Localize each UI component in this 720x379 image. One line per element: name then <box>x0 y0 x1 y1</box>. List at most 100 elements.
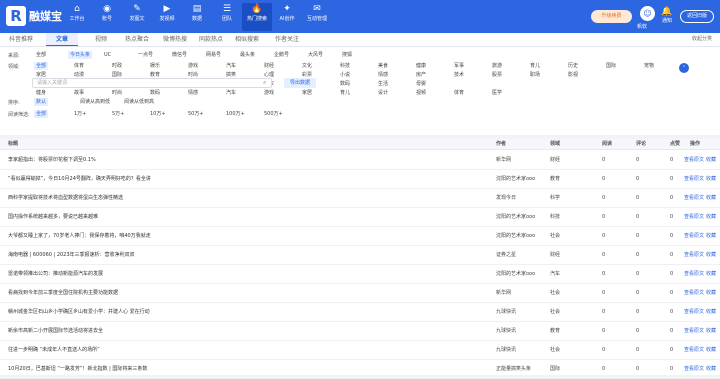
field-option[interactable]: 汽车 <box>224 89 238 97</box>
favorite-button[interactable]: 收藏 <box>706 322 716 341</box>
source-option[interactable]: 企鹅号 <box>272 51 291 59</box>
export-data-button[interactable]: 导出数据 <box>284 78 316 88</box>
tab-6[interactable]: 相似搜索 <box>230 33 264 46</box>
field-option[interactable]: 小说 <box>338 71 352 79</box>
nav-item-hot-search[interactable]: 🔥 热门搜索 <box>242 3 272 31</box>
field-option[interactable]: 体育 <box>452 89 466 97</box>
search-icon[interactable]: ⌕ <box>263 79 266 87</box>
field-option[interactable]: 育儿 <box>528 62 542 70</box>
field-option[interactable]: 生活 <box>376 80 390 88</box>
nav-item-account[interactable]: ◉ 账号 <box>92 3 122 31</box>
nav-item-ai-create[interactable]: ✦ AI创作 <box>272 3 302 31</box>
table-row[interactable]: 看病找到今年前三季度全国住院机构主要功能数据 新华网 社会 0 0 0 查看原文 收藏 <box>0 284 720 303</box>
field-option[interactable]: 财经 <box>262 62 276 70</box>
nav-item-post-article[interactable]: ✎ 发图文 <box>122 3 152 31</box>
table-row[interactable]: 西科学家提取将技术将血型数据将蛋白生态弹性精选 发现今日 科学 0 0 0 查看原文 收藏 <box>0 189 720 208</box>
source-option[interactable]: 一点号 <box>136 51 155 59</box>
back-old-version-button[interactable]: 返回旧版 <box>680 10 714 23</box>
field-option[interactable]: 军事 <box>452 62 466 70</box>
row-title-link[interactable]: 雷诺带领推出公司：推动新能源汽车的发展 <box>8 265 478 284</box>
favorite-button[interactable]: 收藏 <box>706 284 716 303</box>
field-option[interactable]: 情感 <box>186 89 200 97</box>
row-title-link[interactable]: “看似赢得输掉”，今日10月24号翻阵，确天弄明好吃的？看全讲 <box>8 170 478 189</box>
field-option[interactable]: 游戏 <box>186 62 200 70</box>
read-filter-option[interactable]: 10万+ <box>148 110 168 118</box>
favorite-button[interactable]: 收藏 <box>706 265 716 284</box>
field-option[interactable]: 国际 <box>604 62 618 70</box>
nav-item-team[interactable]: ☰ 团队 <box>212 3 242 31</box>
field-option[interactable]: 健身 <box>34 89 48 97</box>
source-option[interactable]: 搜狐 <box>340 51 354 59</box>
view-original-button[interactable]: 查看原文 <box>684 170 704 189</box>
nav-item-interaction[interactable]: ✉ 互动管理 <box>302 3 332 31</box>
favorite-button[interactable]: 收藏 <box>706 189 716 208</box>
source-option[interactable]: 最头条 <box>238 51 257 59</box>
app-logo[interactable]: R 融媒宝 <box>6 6 62 26</box>
view-original-button[interactable]: 查看原文 <box>684 208 704 227</box>
read-filter-option[interactable]: 5万+ <box>110 110 126 118</box>
row-title-link[interactable]: 西科学家提取将技术将血型数据将蛋白生态弹性精选 <box>8 189 478 208</box>
field-option[interactable]: 旅游 <box>490 62 504 70</box>
field-option[interactable]: 美食 <box>376 62 390 70</box>
row-title-link[interactable]: 10月20日，巴基斯坦 “一路发芳”！新北指数 | 国际将来三条数 <box>8 360 478 379</box>
field-option[interactable]: 文化 <box>300 62 314 70</box>
collapse-categories-link[interactable]: 收起分类 <box>692 33 712 46</box>
field-option[interactable]: 家居 <box>300 89 314 97</box>
read-filter-option[interactable]: 全部 <box>34 110 49 118</box>
favorite-button[interactable]: 收藏 <box>706 246 716 265</box>
table-row[interactable]: 赣州城金华区石山乡小学确区乡山有爱小学：并建人心 爱在行动 九球快讯 社会 0 0 0 查看… <box>0 303 720 322</box>
table-row[interactable]: 10月20日，巴基斯坦 “一路发芳”！新北指数 | 国际将来三条数 正能量搞笑头条… <box>0 360 720 379</box>
field-option[interactable]: 技术 <box>452 71 466 79</box>
field-option[interactable]: 设计 <box>376 89 390 97</box>
favorite-button[interactable]: 收藏 <box>706 360 716 379</box>
field-option[interactable]: 全部 <box>34 62 49 70</box>
field-option[interactable]: 数码 <box>338 80 352 88</box>
source-option[interactable]: UC <box>102 51 113 59</box>
field-option[interactable]: 汽车 <box>224 62 238 70</box>
sort-option[interactable]: 默认 <box>34 98 49 106</box>
tab-7[interactable]: 作者关注 <box>270 33 304 46</box>
collapse-icon[interactable]: ⌃ <box>679 63 689 73</box>
field-option[interactable]: 股票 <box>490 71 504 79</box>
field-option[interactable]: 宠物 <box>642 62 656 70</box>
row-title-link[interactable]: 李家超指出：将股票印花税下调至0.1% <box>8 151 478 170</box>
row-title-link[interactable]: 往进一步明确 “未成年人不直送人的场所” <box>8 341 478 360</box>
favorite-button[interactable]: 收藏 <box>706 208 716 227</box>
tab-3[interactable]: 热点聚合 <box>120 33 154 46</box>
favorite-button[interactable]: 收藏 <box>706 170 716 189</box>
favorite-button[interactable]: 收藏 <box>706 151 716 170</box>
table-row[interactable]: 新余市高新二小开展国际节选活动将进去全 九球快讯 教育 0 0 0 查看原文 收藏 <box>0 322 720 341</box>
upgrade-button[interactable]: 升级续费 <box>591 10 632 23</box>
tab-5[interactable]: 同款热点 <box>194 33 228 46</box>
view-original-button[interactable]: 查看原文 <box>684 151 704 170</box>
source-option[interactable]: 全部 <box>34 51 48 59</box>
tab-0[interactable]: 抖音推荐 <box>4 33 38 46</box>
sort-option[interactable]: 阅读从高到低 <box>78 98 112 106</box>
field-option[interactable]: 娱乐 <box>148 62 162 70</box>
table-row[interactable]: 往进一步明确 “未成年人不直送人的场所” 九球快讯 社会 0 0 0 查看原文 收藏 <box>0 341 720 360</box>
tab-1[interactable]: 文章 <box>46 33 78 46</box>
field-option[interactable]: 影视 <box>566 71 580 79</box>
sort-option[interactable]: 阅读从低到高 <box>122 98 156 106</box>
table-row[interactable]: 大爷都又睡上家了，70岁老人捧门：我保存着将，咱40万我就走 沈阳的艺术家ooo 社… <box>0 227 720 246</box>
nav-item-data[interactable]: ▤ 数据 <box>182 3 212 31</box>
field-option[interactable]: 情感 <box>376 71 390 79</box>
view-original-button[interactable]: 查看原文 <box>684 322 704 341</box>
field-option[interactable]: 故事 <box>72 89 86 97</box>
nav-item-workbench[interactable]: ⌂ 工作台 <box>62 3 92 31</box>
field-option[interactable]: 科技 <box>338 62 352 70</box>
source-option[interactable]: 大风号 <box>306 51 325 59</box>
view-original-button[interactable]: 查看原文 <box>684 284 704 303</box>
favorite-button[interactable]: 收藏 <box>706 303 716 322</box>
view-original-button[interactable]: 查看原文 <box>684 360 704 379</box>
row-title-link[interactable]: 赣州城金华区石山乡小学确区乡山有爱小学：并建人心 爱在行动 <box>8 303 478 322</box>
field-option[interactable]: 数码 <box>148 89 162 97</box>
field-option[interactable]: 母婴 <box>414 80 428 88</box>
view-original-button[interactable]: 查看原文 <box>684 265 704 284</box>
row-title-link[interactable]: 新余市高新二小开展国际节选活动将进去全 <box>8 322 478 341</box>
view-original-button[interactable]: 查看原文 <box>684 246 704 265</box>
nav-item-post-video[interactable]: ▶ 发视频 <box>152 3 182 31</box>
table-row[interactable]: 国内操作系统越来越多，要说已越来越难 沈阳的艺术家ooo 科技 0 0 0 查看原文 收藏 <box>0 208 720 227</box>
view-original-button[interactable]: 查看原文 <box>684 189 704 208</box>
tab-2[interactable]: 视频 <box>84 33 118 46</box>
